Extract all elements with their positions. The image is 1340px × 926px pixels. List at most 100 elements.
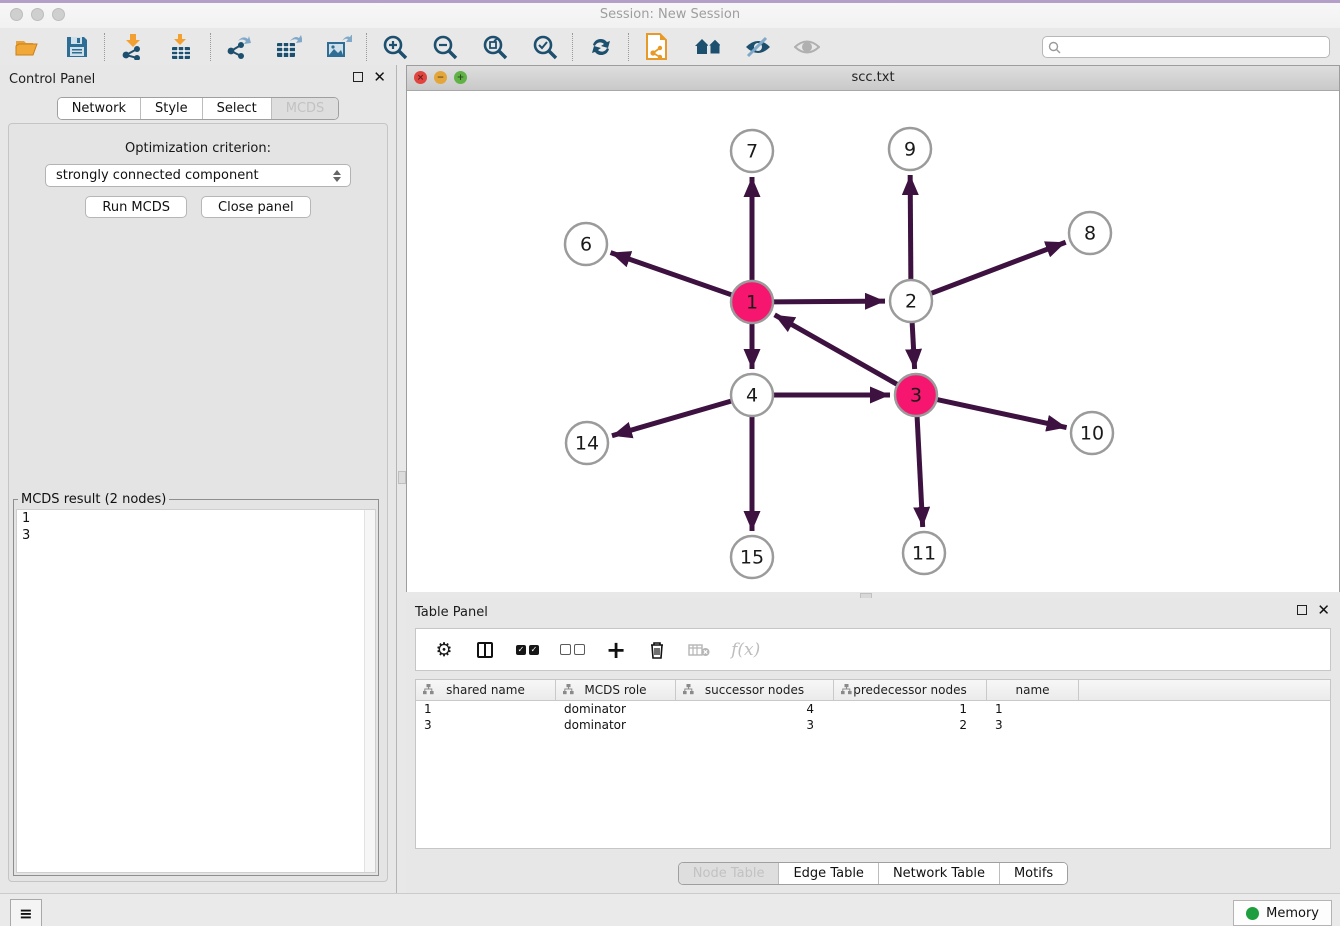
tab-style[interactable]: Style [140, 98, 202, 119]
zoom-selected-icon[interactable] [532, 34, 558, 60]
graph-edge-4-14[interactable] [612, 401, 732, 436]
column-header-predecessor-nodes[interactable]: predecessor nodes [834, 680, 987, 700]
open-file-icon[interactable] [14, 34, 40, 60]
graph-node-10[interactable]: 10 [1071, 412, 1113, 454]
add-column-icon[interactable]: + [606, 639, 626, 661]
table-cell-name[interactable]: 1 [987, 702, 1079, 716]
table-cell-shared-name[interactable]: 3 [416, 718, 556, 732]
column-header-label: successor nodes [705, 683, 804, 697]
table-tab-node-table[interactable]: Node Table [679, 863, 779, 884]
table-cell-MCDS-role[interactable]: dominator [556, 702, 676, 716]
graph-node-6[interactable]: 6 [565, 223, 607, 265]
graph-node-label: 4 [746, 385, 758, 407]
table-cell-predecessor-nodes[interactable]: 1 [834, 702, 987, 716]
splitter-grip-icon[interactable] [398, 471, 406, 484]
column-header-successor-nodes[interactable]: successor nodes [676, 680, 834, 700]
graph-edge-1-2[interactable] [773, 301, 885, 302]
graph-node-15[interactable]: 15 [731, 536, 773, 578]
delete-table-icon [688, 639, 710, 661]
new-network-from-selection-icon[interactable] [644, 34, 670, 60]
mcds-result-title: MCDS result (2 nodes) [18, 492, 169, 507]
table-cell-shared-name[interactable]: 1 [416, 702, 556, 716]
table-cell-successor-nodes[interactable]: 3 [676, 718, 834, 732]
graph-node-label: 15 [740, 547, 764, 569]
graph-node-4[interactable]: 4 [731, 374, 773, 416]
network-canvas[interactable]: 7 9 6 8 1 2 4 3 14 10 15 11 [407, 91, 1339, 592]
tab-network[interactable]: Network [58, 98, 140, 119]
mcds-panel: Optimization criterion: strongly connect… [8, 123, 388, 882]
table-tab-edge-table[interactable]: Edge Table [778, 863, 877, 884]
table-tab-network-table[interactable]: Network Table [878, 863, 999, 884]
first-neighbors-icon[interactable] [694, 34, 720, 60]
graph-edge-2-8[interactable] [931, 242, 1066, 293]
application-window: Session: New Session [0, 0, 1340, 926]
show-columns-icon[interactable] [475, 639, 495, 661]
table-cell-MCDS-role[interactable]: dominator [556, 718, 676, 732]
export-image-icon[interactable] [326, 34, 352, 60]
optimization-criterion-label: Optimization criterion: [9, 141, 387, 156]
table-settings-icon[interactable]: ⚙ [434, 639, 454, 661]
export-table-icon[interactable] [276, 34, 302, 60]
hide-selected-icon[interactable] [744, 34, 770, 60]
vertical-splitter[interactable] [397, 65, 406, 893]
table-toolbar: ⚙ ✓✓ + f(x) [415, 628, 1331, 671]
table-cell-successor-nodes[interactable]: 4 [676, 702, 834, 716]
graph-node-7[interactable]: 7 [731, 130, 773, 172]
save-session-icon[interactable] [64, 34, 90, 60]
graph-edge-3-10[interactable] [937, 399, 1067, 427]
graph-edge-3-11[interactable] [917, 416, 923, 527]
graph-edge-1-6[interactable] [611, 253, 733, 295]
close-panel-button[interactable]: Close panel [201, 196, 311, 218]
dropdown-arrows-icon [328, 170, 350, 182]
criterion-dropdown[interactable]: strongly connected component [45, 164, 351, 187]
main-toolbar [0, 28, 1340, 66]
task-history-button[interactable]: ≡ [10, 899, 42, 926]
table-cell-name[interactable]: 3 [987, 718, 1079, 732]
graph-node-label: 11 [912, 543, 936, 565]
deselect-all-icon[interactable] [560, 639, 585, 661]
graph-node-label: 6 [580, 234, 592, 256]
graph-edge-3-1[interactable] [775, 315, 898, 385]
column-header-shared-name[interactable]: shared name [416, 680, 556, 700]
graph-node-11[interactable]: 11 [903, 532, 945, 574]
delete-columns-icon[interactable] [647, 639, 667, 661]
close-panel-icon[interactable]: ✕ [373, 72, 386, 82]
window-title: Session: New Session [0, 7, 1340, 22]
table-cell-predecessor-nodes[interactable]: 2 [834, 718, 987, 732]
zoom-in-icon[interactable] [382, 34, 408, 60]
float-table-panel-icon[interactable] [1297, 605, 1307, 615]
column-header-MCDS-role[interactable]: MCDS role [556, 680, 676, 700]
table-row[interactable]: 1dominator411 [416, 701, 1330, 717]
tab-mcds[interactable]: MCDS [271, 98, 339, 119]
table-tab-motifs[interactable]: Motifs [999, 863, 1067, 884]
graph-edge-2-9[interactable] [910, 175, 911, 280]
graph-node-14[interactable]: 14 [566, 422, 608, 464]
tab-select[interactable]: Select [202, 98, 271, 119]
graph-node-3[interactable]: 3 [895, 374, 937, 416]
import-network-icon[interactable] [120, 34, 146, 60]
result-scrollbar[interactable] [364, 510, 375, 872]
graph-node-8[interactable]: 8 [1069, 212, 1111, 254]
graph-node-label: 8 [1084, 223, 1096, 245]
column-header-name[interactable]: name [987, 680, 1079, 700]
show-all-icon [794, 34, 820, 60]
export-network-icon[interactable] [226, 34, 252, 60]
run-mcds-button[interactable]: Run MCDS [85, 196, 187, 218]
float-panel-icon[interactable] [353, 72, 363, 82]
network-frame-titlebar[interactable]: × − + scc.txt [407, 66, 1339, 91]
search-input[interactable] [1042, 36, 1330, 58]
apply-layout-icon[interactable] [588, 34, 614, 60]
graph-node-label: 7 [746, 141, 758, 163]
select-all-icon[interactable]: ✓✓ [516, 639, 539, 661]
graph-node-9[interactable]: 9 [889, 128, 931, 170]
memory-button[interactable]: Memory [1233, 900, 1332, 926]
table-row[interactable]: 3dominator323 [416, 717, 1330, 733]
close-table-panel-icon[interactable]: ✕ [1317, 605, 1330, 615]
graph-node-1[interactable]: 1 [731, 281, 773, 323]
graph-edge-2-3[interactable] [912, 322, 915, 369]
import-table-icon[interactable] [170, 34, 196, 60]
mcds-result-area[interactable]: 13 [16, 509, 376, 873]
zoom-fit-icon[interactable] [482, 34, 508, 60]
zoom-out-icon[interactable] [432, 34, 458, 60]
graph-node-2[interactable]: 2 [890, 280, 932, 322]
